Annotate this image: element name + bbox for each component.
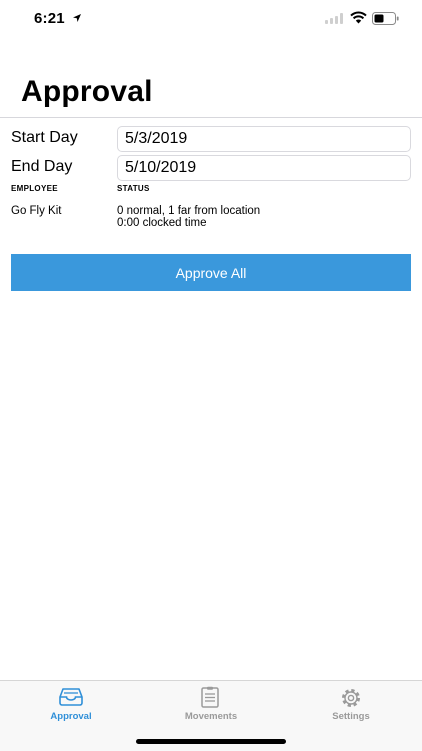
tab-approval-label: Approval — [50, 711, 92, 722]
end-day-input[interactable] — [117, 155, 411, 181]
header-divider — [0, 117, 422, 118]
end-day-label: End Day — [11, 158, 73, 175]
cellular-signal-icon — [325, 13, 343, 24]
status-bar: 6:21 — [0, 0, 422, 40]
location-arrow-icon — [73, 14, 81, 22]
status-column-header: STATUS — [117, 184, 150, 193]
employee-column-header: EMPLOYEE — [11, 184, 58, 193]
tab-approval[interactable]: Approval — [1, 681, 141, 731]
tab-settings-label: Settings — [332, 711, 370, 722]
start-day-input[interactable] — [117, 126, 411, 152]
battery-icon — [372, 12, 399, 25]
inbox-icon — [59, 688, 83, 706]
page-title: Approval — [21, 75, 153, 108]
tab-movements-label: Movements — [184, 711, 238, 722]
status-summary: 0 normal, 1 far from location — [117, 205, 261, 217]
wifi-icon — [350, 11, 367, 24]
tab-settings[interactable]: Settings — [281, 681, 421, 731]
approve-all-button[interactable]: Approve All — [11, 254, 411, 291]
clipboard-list-icon — [201, 686, 219, 708]
start-day-label: Start Day — [11, 129, 78, 146]
home-indicator — [136, 739, 286, 744]
clocked-time: 0:00 clocked time — [117, 217, 207, 229]
employee-name: Go Fly Kit — [11, 205, 62, 217]
gear-icon — [342, 689, 360, 707]
status-time: 6:21 — [34, 10, 65, 27]
tab-movements[interactable]: Movements — [141, 681, 281, 731]
